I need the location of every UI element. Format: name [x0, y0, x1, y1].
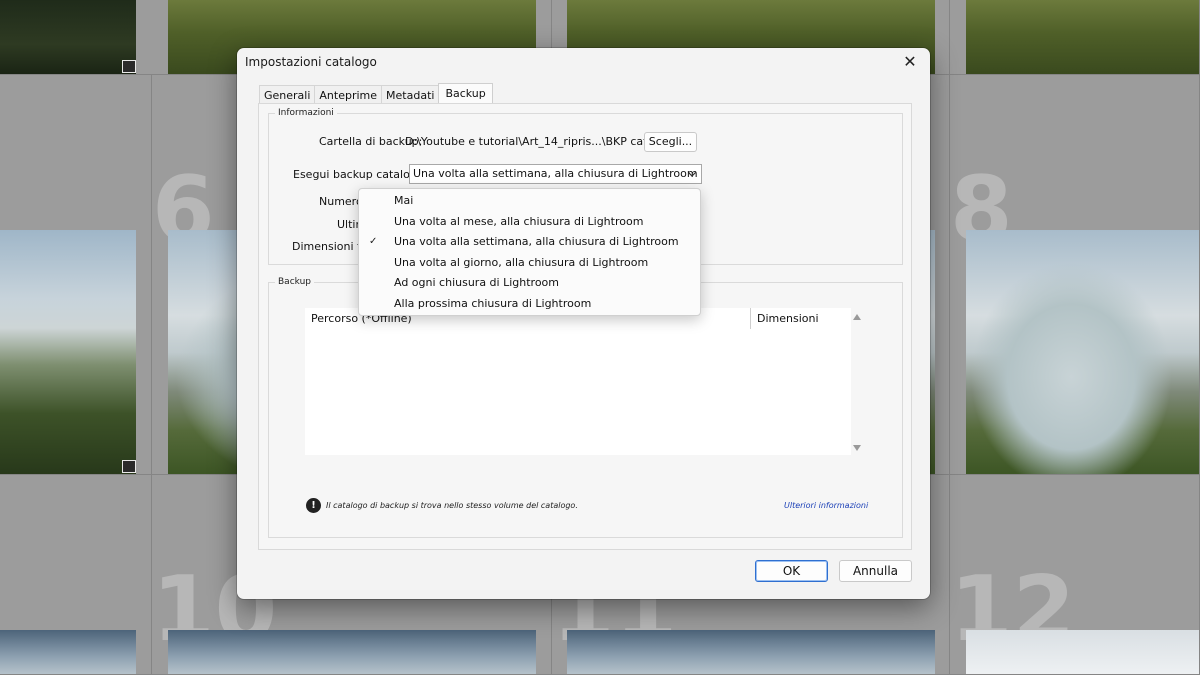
option-label: Alla prossima chiusura di Lightroom [394, 296, 592, 310]
backup-frequency-dropdown: Mai Una volta al mese, alla chiusura di … [358, 188, 701, 316]
table-scrollbar[interactable] [851, 308, 865, 455]
checkmark-icon: ✓ [369, 236, 378, 247]
dropdown-option-every-exit[interactable]: Ad ogni chiusura di Lightroom [359, 273, 700, 294]
ok-button[interactable]: OK [755, 560, 828, 582]
tab-backup[interactable]: Backup [438, 83, 493, 105]
more-info-link[interactable]: Ulteriori informazioni [784, 501, 868, 510]
grid-cell[interactable] [0, 75, 152, 475]
backup-frequency-value: Una volta alla settimana, alla chiusura … [413, 167, 698, 180]
grid-cell[interactable] [950, 0, 1200, 75]
chevron-down-icon [688, 172, 696, 177]
photo-thumbnail[interactable] [966, 230, 1199, 474]
photo-thumbnail[interactable] [966, 0, 1199, 74]
photo-thumbnail[interactable] [168, 630, 536, 674]
dialog-title: Impostazioni catalogo [245, 55, 377, 69]
cancel-button[interactable]: Annulla [839, 560, 912, 582]
catalog-settings-dialog: Impostazioni catalogo ✕ Generali Antepri… [237, 48, 930, 599]
backup-group-legend: Backup [275, 277, 314, 287]
edit-badge-icon [122, 460, 136, 473]
info-group-legend: Informazioni [275, 108, 337, 118]
photo-thumbnail[interactable] [0, 630, 136, 674]
choose-folder-button[interactable]: Scegli... [644, 132, 697, 152]
backup-frequency-select[interactable]: Una volta alla settimana, alla chiusura … [409, 164, 702, 184]
backup-folder-path: D:\Youtube e tutorial\Art_14_ripris...\B… [405, 135, 678, 148]
grid-cell[interactable] [0, 475, 152, 675]
tab-generali[interactable]: Generali [259, 85, 316, 105]
option-label: Una volta alla settimana, alla chiusura … [394, 235, 679, 248]
tab-metadati[interactable]: Metadati [381, 85, 440, 105]
dropdown-option-weekly[interactable]: ✓ Una volta alla settimana, alla chiusur… [359, 232, 700, 253]
warning-icon: ! [306, 498, 321, 513]
option-label: Una volta al mese, alla chiusura di Ligh… [394, 214, 644, 228]
backup-group: Backup Percorso (*Offline) Dimensioni ! … [268, 277, 903, 538]
dropdown-option-next-exit[interactable]: Alla prossima chiusura di Lightroom [359, 294, 700, 315]
run-backup-label: Esegui backup catalogo: [293, 168, 428, 181]
dropdown-option-daily[interactable]: Una volta al giorno, alla chiusura di Li… [359, 253, 700, 274]
scroll-up-icon[interactable] [853, 314, 861, 320]
scroll-down-icon[interactable] [853, 445, 861, 451]
tab-panel: Informazioni Cartella di backup: D:\Yout… [258, 103, 912, 550]
tab-anteprime[interactable]: Anteprime [314, 85, 383, 105]
backups-table[interactable]: Percorso (*Offline) Dimensioni [305, 308, 851, 455]
close-icon[interactable]: ✕ [899, 51, 921, 73]
photo-thumbnail[interactable] [0, 0, 136, 74]
option-label: Una volta al giorno, alla chiusura di Li… [394, 255, 649, 269]
dropdown-option-mai[interactable]: Mai [359, 191, 700, 212]
option-label: Ad ogni chiusura di Lightroom [394, 276, 559, 289]
dropdown-option-monthly[interactable]: Una volta al mese, alla chiusura di Ligh… [359, 212, 700, 233]
backup-volume-note: Il catalogo di backup si trova nello ste… [326, 501, 578, 510]
column-header-size[interactable]: Dimensioni [751, 308, 851, 329]
photo-thumbnail[interactable] [966, 630, 1199, 674]
grid-cell[interactable]: 12 [950, 475, 1200, 675]
photo-thumbnail[interactable] [567, 630, 935, 674]
edit-badge-icon [122, 60, 136, 73]
tab-bar: Generali Anteprime Metadati Backup [259, 83, 493, 105]
option-label: Mai [394, 194, 414, 207]
grid-cell[interactable]: 8 [950, 75, 1200, 475]
photo-thumbnail[interactable] [0, 230, 136, 474]
